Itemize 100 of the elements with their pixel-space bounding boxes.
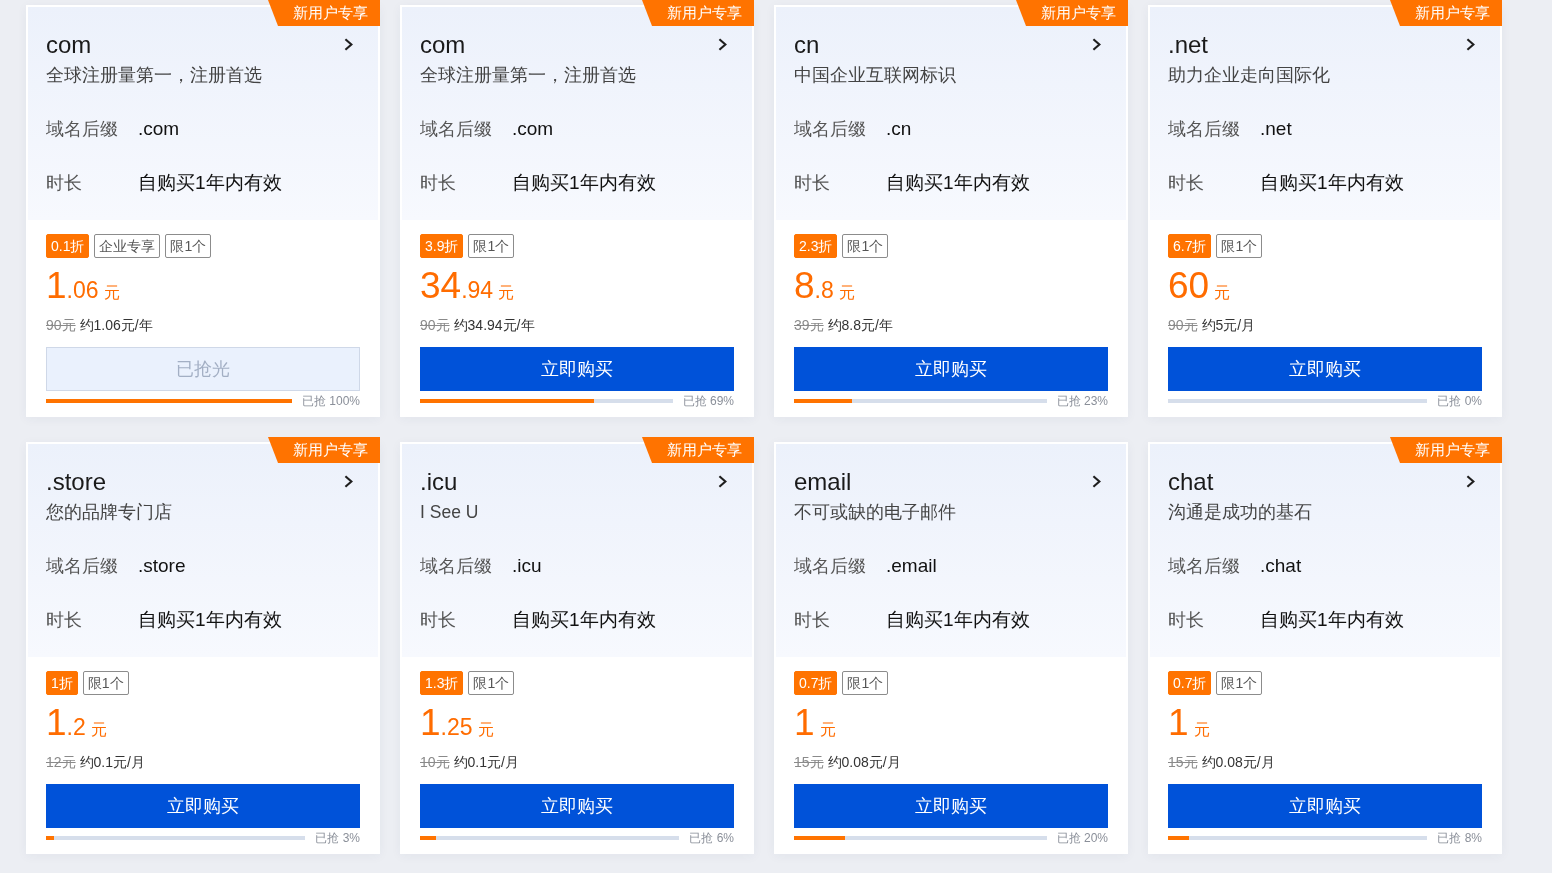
chevron-right-icon[interactable]: [718, 474, 727, 488]
buy-button[interactable]: 立即购买: [420, 347, 734, 391]
price: 60 元: [1168, 266, 1231, 308]
domain-title: com: [420, 31, 466, 59]
field-value: 自购买1年内有效: [886, 171, 1030, 195]
domain-description: 全球注册量第一，注册首选: [46, 64, 262, 87]
price: 8.8 元: [794, 266, 855, 308]
chevron-right-icon[interactable]: [344, 474, 353, 488]
field-label: 时长: [46, 609, 82, 632]
original-price: 12元: [46, 753, 76, 772]
field-label: 时长: [794, 172, 830, 195]
sold-percentage: 已抢 3%: [315, 830, 360, 846]
buy-button[interactable]: 立即购买: [794, 784, 1108, 828]
field-value: .com: [512, 117, 554, 141]
original-price: 10元: [420, 753, 450, 772]
chevron-right-icon[interactable]: [1466, 37, 1475, 51]
domain-title: email: [794, 468, 852, 496]
chevron-right-icon[interactable]: [344, 37, 353, 51]
unit-price: 约0.1元/月: [79, 753, 145, 772]
field-label: 域名后缀: [46, 118, 118, 141]
promo-ribbon: 新用户专享: [1390, 0, 1502, 26]
promo-ribbon: 新用户专享: [268, 437, 380, 463]
field-value: 自购买1年内有效: [512, 608, 656, 632]
field-label: 时长: [1168, 609, 1204, 632]
field-label: 域名后缀: [794, 118, 866, 141]
promo-ribbon: 新用户专享: [1390, 437, 1502, 463]
field-value: 自购买1年内有效: [1260, 171, 1404, 195]
domain-title: .net: [1168, 31, 1209, 59]
buy-button[interactable]: 立即购买: [794, 347, 1108, 391]
original-price: 15元: [794, 753, 824, 772]
field-label: 域名后缀: [420, 555, 492, 578]
original-price: 90元: [46, 316, 76, 335]
promo-ribbon: 新用户专享: [268, 0, 380, 26]
field-label: 时长: [420, 609, 456, 632]
unit-price: 约0.08元/月: [827, 753, 901, 772]
price: 1.2 元: [46, 703, 107, 745]
field-value: .com: [138, 117, 180, 141]
field-value: .cn: [886, 117, 912, 141]
discount-tag: 1.3折: [420, 671, 464, 695]
domain-title: cn: [794, 31, 820, 59]
limit-tag: 限1个: [842, 671, 889, 695]
field-label: 时长: [46, 172, 82, 195]
domain-description: I See U: [420, 501, 479, 524]
chevron-right-icon[interactable]: [1092, 474, 1101, 488]
field-label: 域名后缀: [794, 555, 866, 578]
limit-tag: 限1个: [468, 234, 515, 258]
domain-description: 助力企业走向国际化: [1168, 64, 1330, 87]
limit-tag: 企业专享: [94, 234, 161, 258]
sold-percentage: 已抢 0%: [1437, 393, 1482, 409]
field-label: 域名后缀: [46, 555, 118, 578]
field-value: .net: [1260, 117, 1292, 141]
sold-percentage: 已抢 8%: [1437, 830, 1482, 846]
buy-button[interactable]: 立即购买: [1168, 347, 1482, 391]
domain-description: 不可或缺的电子邮件: [794, 501, 956, 524]
discount-tag: 6.7折: [1168, 234, 1212, 258]
unit-price: 约0.1元/月: [453, 753, 519, 772]
unit-price: 约0.08元/月: [1201, 753, 1275, 772]
domain-description: 全球注册量第一，注册首选: [420, 64, 636, 87]
buy-button[interactable]: 立即购买: [46, 784, 360, 828]
field-value: .email: [886, 554, 937, 578]
chevron-right-icon[interactable]: [1092, 37, 1101, 51]
domain-title: chat: [1168, 468, 1214, 496]
discount-tag: 3.9折: [420, 234, 464, 258]
promo-ribbon: 新用户专享: [642, 437, 754, 463]
promo-ribbon: 新用户专享: [1016, 0, 1128, 26]
field-label: 域名后缀: [1168, 555, 1240, 578]
discount-tag: 0.7折: [1168, 671, 1212, 695]
sold-percentage: 已抢 6%: [689, 830, 734, 846]
limit-tag: 限1个: [1216, 671, 1263, 695]
buy-button[interactable]: 立即购买: [1168, 784, 1482, 828]
domain-description: 中国企业互联网标识: [794, 64, 956, 87]
limit-tag: 限1个: [82, 671, 129, 695]
domain-title: .icu: [420, 468, 458, 496]
field-value: 自购买1年内有效: [886, 608, 1030, 632]
field-value: 自购买1年内有效: [512, 171, 656, 195]
sold-percentage: 已抢 100%: [301, 393, 360, 409]
field-label: 时长: [420, 172, 456, 195]
discount-tag: 0.7折: [794, 671, 838, 695]
field-value: 自购买1年内有效: [138, 608, 282, 632]
domain-title: com: [46, 31, 92, 59]
buy-button[interactable]: 立即购买: [420, 784, 734, 828]
discount-tag: 2.3折: [794, 234, 838, 258]
chevron-right-icon[interactable]: [1466, 474, 1475, 488]
domain-description: 沟通是成功的基石: [1168, 501, 1312, 524]
price: 1 元: [794, 703, 836, 745]
price: 34.94 元: [420, 266, 515, 308]
field-value: 自购买1年内有效: [1260, 608, 1404, 632]
sold-percentage: 已抢 69%: [682, 393, 734, 409]
field-label: 域名后缀: [420, 118, 492, 141]
original-price: 15元: [1168, 753, 1198, 772]
unit-price: 约1.06元/年: [79, 316, 153, 335]
field-value: .chat: [1260, 554, 1302, 578]
limit-tag: 限1个: [1216, 234, 1263, 258]
promo-ribbon: 新用户专享: [642, 0, 754, 26]
sold-percentage: 已抢 23%: [1056, 393, 1108, 409]
chevron-right-icon[interactable]: [718, 37, 727, 51]
unit-price: 约34.94元/年: [453, 316, 535, 335]
field-label: 时长: [1168, 172, 1204, 195]
price: 1 元: [1168, 703, 1210, 745]
unit-price: 约8.8元/年: [827, 316, 893, 335]
